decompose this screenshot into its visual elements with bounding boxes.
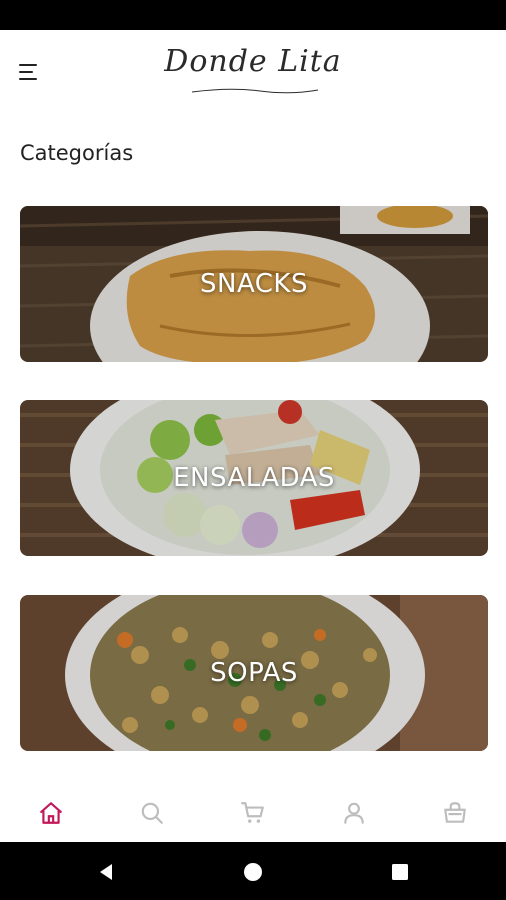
category-label-sopas: SOPAS <box>210 658 298 688</box>
logo-swash <box>191 88 319 94</box>
nav-profile[interactable] <box>329 788 379 838</box>
status-bar <box>0 0 506 30</box>
nav-home[interactable] <box>26 788 76 838</box>
back-icon[interactable] <box>94 860 118 884</box>
basket-icon <box>444 802 467 823</box>
nav-search[interactable] <box>127 788 177 838</box>
section-title: Categorías <box>20 141 134 165</box>
category-card-ensaladas[interactable]: ENSALADAS <box>20 400 488 556</box>
home-icon <box>39 802 62 824</box>
search-icon <box>141 802 163 824</box>
category-label-ensaladas: ENSALADAS <box>173 463 335 493</box>
nav-basket[interactable] <box>430 788 480 838</box>
system-nav-bar <box>0 842 506 900</box>
cart-icon <box>241 802 264 823</box>
nav-cart[interactable] <box>228 788 278 838</box>
app-logo: Donde Lita <box>164 44 342 79</box>
bottom-nav <box>0 784 506 842</box>
category-card-snacks[interactable]: SNACKS <box>20 206 488 362</box>
recents-icon[interactable] <box>388 860 412 884</box>
app-header: Donde Lita <box>0 30 506 115</box>
category-card-sopas[interactable]: SOPAS <box>20 595 488 751</box>
home-circle-icon[interactable] <box>241 860 265 884</box>
user-icon <box>344 802 364 824</box>
category-label-snacks: SNACKS <box>200 269 308 299</box>
